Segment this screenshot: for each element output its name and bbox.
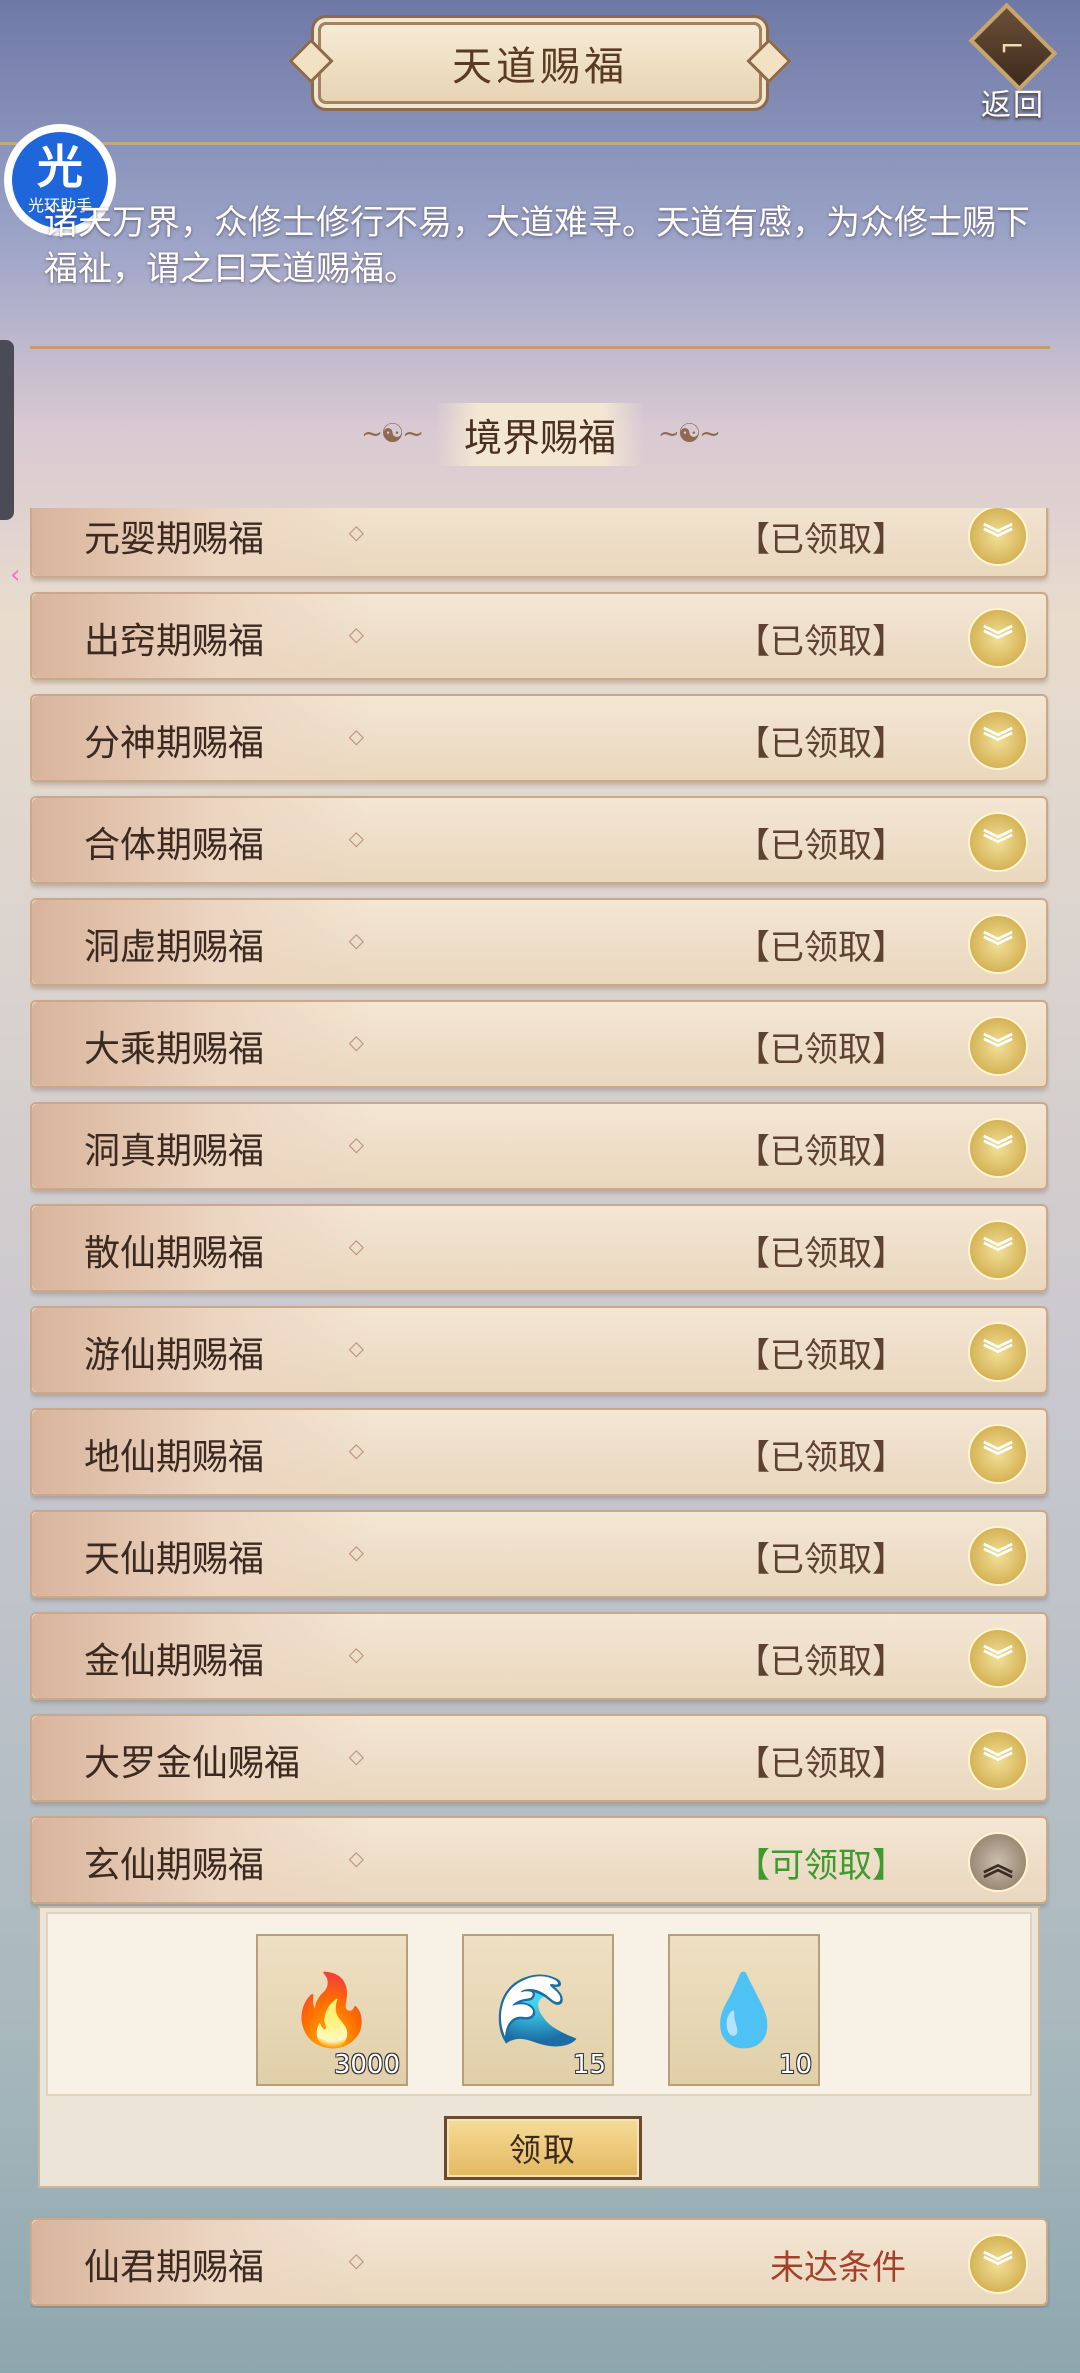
expand-chevron-icon[interactable]: ︾ [968,1016,1028,1076]
reward-count: 3000 [333,2050,400,2080]
assistant-glyph: 光 [37,140,83,194]
row-name: 地仙期赐福 [84,1437,265,1478]
expand-chevron-icon[interactable]: ︾ [968,1322,1028,1382]
blessing-row[interactable]: 游仙期赐福 【已领取】 ︾ [30,1306,1048,1394]
blessing-row[interactable]: 玄仙期赐福 【可领取】 ︽ [30,1816,1048,1904]
blessing-row[interactable]: 洞虚期赐福 【已领取】 ︾ [30,898,1048,986]
back-emblem-icon: ⌐ [968,2,1058,92]
blessing-row[interactable]: 洞真期赐福 【已领取】 ︾ [30,1102,1048,1190]
water-swirl-icon: 🌊 [494,1968,582,2051]
row-name: 大乘期赐福 [84,1029,265,1070]
blessing-row[interactable]: 金仙期赐福 【已领取】 ︾ [30,1612,1048,1700]
row-name: 仙君期赐福 [84,2247,265,2288]
row-name: 玄仙期赐福 [84,1845,265,1886]
blessing-row[interactable]: 地仙期赐福 【已领取】 ︾ [30,1408,1048,1496]
blessing-row[interactable]: 大罗金仙赐福 【已领取】 ︾ [30,1714,1048,1802]
row-name: 合体期赐福 [84,825,265,866]
expand-chevron-icon[interactable]: ︾ [968,608,1028,668]
row-name: 散仙期赐福 [84,1233,265,1274]
back-label: 返回 [981,88,1045,123]
intro-text: 诸天万界，众修士修行不易，大道难寻。天道有感，为众修士赐下福祉，谓之曰天道赐福。 [44,203,1030,289]
row-status: 【已领取】 [736,622,906,662]
row-name: 洞真期赐福 [84,1131,265,1172]
row-status: 【已领取】 [736,1642,906,1682]
row-status: 【已领取】 [736,1132,906,1172]
divider [0,142,1080,145]
expand-chevron-icon[interactable]: ︾ [968,1628,1028,1688]
reward-item[interactable]: 💧 10 [668,1934,820,2086]
expand-chevron-icon[interactable]: ︾ [968,1118,1028,1178]
row-name: 游仙期赐福 [84,1335,265,1376]
row-name: 天仙期赐福 [84,1539,265,1580]
back-button[interactable]: ⌐ 返回 [958,2,1068,124]
row-status: 【已领取】 [736,1438,906,1478]
expand-chevron-icon[interactable]: ︾ [968,1424,1028,1484]
blessing-list[interactable]: 元婴期赐福【已领取】︾出窍期赐福【已领取】︾分神期赐福【已领取】︾合体期赐福【已… [30,508,1050,2308]
row-status: 未达条件 [770,2248,906,2288]
row-name: 分神期赐福 [84,723,265,764]
reward-item[interactable]: 🌊 15 [462,1934,614,2086]
reward-count: 10 [778,2050,812,2080]
expand-chevron-icon[interactable]: ︾ [968,710,1028,770]
expand-chevron-icon[interactable]: ︾ [968,914,1028,974]
blessing-row[interactable]: 天仙期赐福 【已领取】 ︾ [30,1510,1048,1598]
row-name: 大罗金仙赐福 [84,1743,301,1784]
row-status: 【已领取】 [736,1744,906,1784]
row-status: 【已领取】 [736,1540,906,1580]
fire-icon: 🔥 [288,1968,376,2051]
expand-chevron-icon[interactable]: ︾ [968,812,1028,872]
row-status: 【已领取】 [736,826,906,866]
row-status: 【已领取】 [736,1336,906,1376]
row-name: 金仙期赐福 [84,1641,265,1682]
row-status: 【可领取】 [736,1846,906,1886]
row-name: 洞虚期赐福 [84,927,265,968]
row-status: 【已领取】 [736,1234,906,1274]
blessing-row[interactable]: 出窍期赐福 【已领取】 ︾ [30,592,1048,680]
expand-chevron-icon[interactable]: ︾ [968,508,1028,566]
row-status: 【已领取】 [736,1030,906,1070]
side-drawer-handle[interactable] [0,340,14,520]
blessing-row[interactable]: 大乘期赐福 【已领取】 ︾ [30,1000,1048,1088]
page-title: 天道赐福 [318,22,762,104]
section-header: ~☯~ 境界赐福 ~☯~ [296,402,784,466]
divider [30,346,1050,349]
expand-chevron-icon[interactable]: ︾ [968,2234,1028,2294]
row-name: 元婴期赐福 [84,519,265,560]
expand-chevron-icon[interactable]: ︾ [968,1526,1028,1586]
blessing-row[interactable]: 元婴期赐福 【已领取】 ︾ [30,508,1048,578]
expand-chevron-icon[interactable]: ︾ [968,1220,1028,1280]
row-status: 【已领取】 [736,724,906,764]
spirit-orb-icon: 💧 [700,1968,788,2051]
claim-button[interactable]: 领取 [444,2116,642,2180]
blessing-row[interactable]: 分神期赐福 【已领取】 ︾ [30,694,1048,782]
blessing-row[interactable]: 散仙期赐福 【已领取】 ︾ [30,1204,1048,1292]
ornament-left-icon: ~☯~ [361,419,424,449]
reward-items: 🔥 3000 🌊 15 💧 10 [46,1912,1032,2096]
page-title-text: 天道赐福 [452,44,628,90]
expand-chevron-icon[interactable]: ︾ [968,1730,1028,1790]
blessing-row[interactable]: 合体期赐福 【已领取】 ︾ [30,796,1048,884]
reward-panel: 🔥 3000 🌊 15 💧 10 领取 [38,1906,1040,2188]
ornament-right-icon: ~☯~ [658,419,721,449]
section-title: 境界赐福 [435,402,644,466]
blessing-row[interactable]: 仙君期赐福 未达条件 ︾ [30,2218,1048,2306]
row-status: 【已领取】 [736,928,906,968]
row-name: 出窍期赐福 [84,621,265,662]
reward-item[interactable]: 🔥 3000 [256,1934,408,2086]
row-status: 【已领取】 [736,520,906,560]
reward-count: 15 [572,2050,606,2080]
collapse-chevron-icon[interactable]: ︽ [968,1832,1028,1892]
side-arrow-icon[interactable]: ‹ [10,560,32,590]
